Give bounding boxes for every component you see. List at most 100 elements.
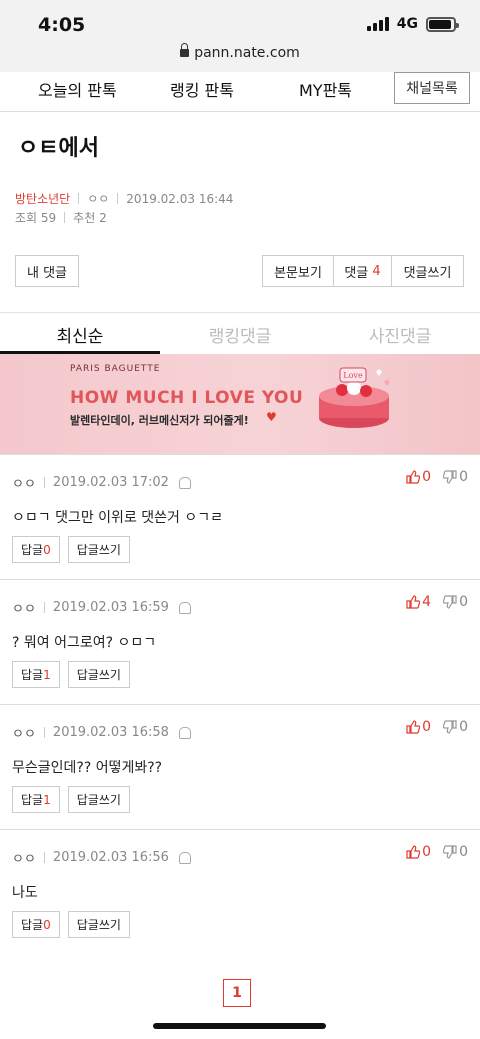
network-label: 4G [396, 16, 418, 32]
comment-meta: ㅇㅇ 2019.02.03 16:58 [12, 723, 191, 742]
report-icon[interactable] [178, 726, 191, 739]
reply-label: 답글 [21, 543, 44, 557]
reply-list-button[interactable]: 답글 0 [12, 911, 60, 938]
channel-list-button[interactable]: 채널목록 [394, 72, 470, 104]
heart-icon: ♥ [266, 410, 277, 424]
home-indicator [153, 1023, 326, 1029]
tab-latest[interactable]: 최신순 [0, 313, 160, 354]
like-button[interactable]: 4 [406, 594, 431, 610]
comment-text: 무슨글인데?? 어떻게봐?? [12, 760, 163, 776]
nav-tab-ranking[interactable]: 랭킹 판톡 [170, 77, 234, 101]
report-icon[interactable] [178, 476, 191, 489]
dislike-button[interactable]: 0 [443, 719, 468, 735]
page-1-button[interactable]: 1 [223, 979, 251, 1007]
comment-votes: 0 0 [406, 719, 468, 735]
reply-label: 답글 [21, 668, 44, 682]
thumbs-down-icon [443, 470, 457, 484]
tab-photo[interactable]: 사진댓글 [320, 313, 480, 354]
like-count: 0 [422, 469, 432, 485]
comment-meta: ㅇㅇ 2019.02.03 16:59 [12, 598, 191, 617]
write-comment-button[interactable]: 댓글쓰기 [392, 255, 464, 287]
divider [117, 193, 119, 204]
post-views: 조회 59 [15, 211, 57, 225]
reply-count: 1 [43, 667, 51, 682]
report-icon[interactable] [178, 601, 191, 614]
thumbs-up-icon [406, 845, 421, 859]
comment-item: ㅇㅇ 2019.02.03 16:56 0 0 나도 답글 0 답글쓰기 [0, 829, 480, 954]
write-reply-button[interactable]: 답글쓰기 [67, 911, 130, 938]
post-nickname: ㅇㅇ [87, 192, 110, 206]
like-count: 0 [422, 844, 432, 860]
divider [43, 727, 45, 738]
nav-tab-today[interactable]: 오늘의 판톡 [38, 77, 117, 101]
comment-votes: 0 0 [406, 469, 468, 485]
dislike-button[interactable]: 0 [443, 844, 468, 860]
comment-actions: 답글 0 답글쓰기 [12, 536, 130, 563]
comments-label: 댓글 [344, 265, 369, 281]
post-title: ㅇㅌ에서 [18, 136, 99, 161]
dislike-count: 0 [459, 594, 468, 610]
comments-button[interactable]: 댓글 4 [334, 255, 392, 287]
comment-nickname: ㅇㅇ [12, 727, 36, 742]
comment-actions: 답글 1 답글쓰기 [12, 786, 130, 813]
banner-subline: 발렌타인데이, 러브메신저가 되어줄게! [70, 414, 249, 427]
banner-brand: PARIS BAGUETTE [70, 364, 161, 374]
cake-image: Love [319, 367, 390, 428]
like-button[interactable]: 0 [406, 844, 431, 860]
reply-list-button[interactable]: 답글 1 [12, 786, 60, 813]
post-author[interactable]: 방탄소년단 [15, 190, 70, 207]
divider [43, 852, 45, 863]
reply-label: 답글 [21, 793, 44, 807]
report-icon[interactable] [178, 851, 191, 864]
write-reply-button[interactable]: 답글쓰기 [67, 661, 130, 688]
divider [64, 212, 66, 223]
comments-count: 4 [372, 263, 381, 279]
post-recommends: 추천 2 [73, 211, 107, 225]
tab-ranking[interactable]: 랭킹댓글 [160, 313, 320, 354]
lock-icon [180, 43, 190, 57]
comment-date: 2019.02.03 16:58 [52, 725, 169, 740]
comment-item: ㅇㅇ 2019.02.03 16:59 4 0 ? 뭐여 어그로여? ㅇㅁㄱ 답… [0, 579, 480, 704]
nav-tab-my[interactable]: MY판톡 [299, 77, 352, 101]
comment-date: 2019.02.03 16:56 [52, 850, 169, 865]
comment-text: ㅇㅁㄱ 댓그만 이위로 댓쓴거 ㅇㄱㄹ [12, 510, 223, 526]
dislike-count: 0 [459, 469, 468, 485]
write-reply-button[interactable]: 답글쓰기 [67, 536, 130, 563]
post-date: 2019.02.03 16:44 [126, 191, 234, 206]
comment-date: 2019.02.03 17:02 [52, 475, 169, 490]
view-post-button[interactable]: 본문보기 [262, 255, 334, 287]
comment-actions: 답글 1 답글쓰기 [12, 661, 130, 688]
banner-headline: HOW MUCH I LOVE YOU [70, 388, 304, 408]
comment-votes: 0 0 [406, 844, 468, 860]
write-reply-button[interactable]: 답글쓰기 [67, 786, 130, 813]
reply-list-button[interactable]: 답글 0 [12, 536, 60, 563]
post-actions: 본문보기 댓글 4 댓글쓰기 [262, 255, 464, 287]
ad-banner[interactable]: PARIS BAGUETTE HOW MUCH I LOVE YOU 발렌타인데… [0, 354, 480, 454]
reply-list-button[interactable]: 답글 1 [12, 661, 60, 688]
comment-votes: 4 0 [406, 594, 468, 610]
dislike-button[interactable]: 0 [443, 469, 468, 485]
comment-nickname: ㅇㅇ [12, 852, 36, 867]
like-button[interactable]: 0 [406, 719, 431, 735]
reply-count: 0 [43, 542, 51, 557]
comment-meta: ㅇㅇ 2019.02.03 17:02 [12, 473, 191, 492]
like-count: 4 [422, 594, 432, 610]
comment-text: ? 뭐여 어그로여? ㅇㅁㄱ [12, 635, 157, 651]
dislike-count: 0 [459, 719, 468, 735]
comment-item: ㅇㅇ 2019.02.03 16:58 0 0 무슨글인데?? 어떻게봐?? 답… [0, 704, 480, 829]
top-nav: 오늘의 판톡 랭킹 판톡 MY판톡 채널목록 [0, 72, 480, 112]
thumbs-down-icon [443, 845, 457, 859]
comment-date: 2019.02.03 16:59 [52, 600, 169, 615]
thumbs-up-icon [406, 470, 421, 484]
reply-count: 1 [43, 792, 51, 807]
dislike-count: 0 [459, 844, 468, 860]
dislike-button[interactable]: 0 [443, 594, 468, 610]
my-comments-button[interactable]: 내 댓글 [15, 255, 79, 287]
comment-nickname: ㅇㅇ [12, 602, 36, 617]
like-button[interactable]: 0 [406, 469, 431, 485]
thumbs-down-icon [443, 720, 457, 734]
status-time: 4:05 [38, 14, 86, 36]
comment-text: 나도 [12, 885, 38, 901]
browser-chrome: 4:05 4G pann.nate.com [0, 0, 480, 72]
url-bar[interactable]: pann.nate.com [0, 43, 480, 61]
